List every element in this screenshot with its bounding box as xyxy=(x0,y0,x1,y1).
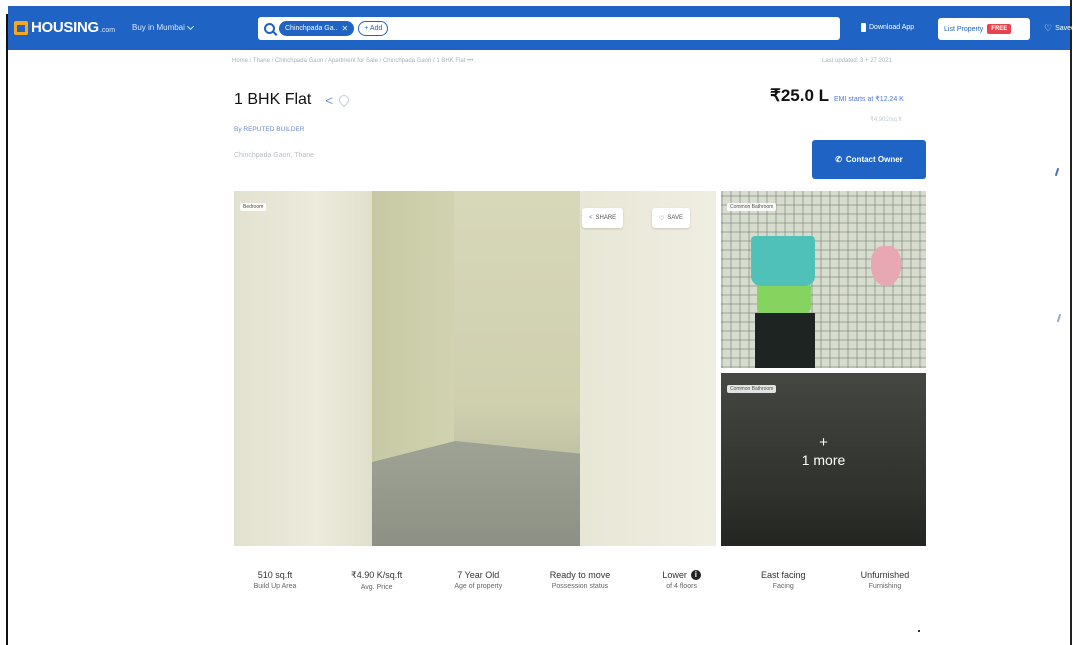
stat-value: Unfurnished xyxy=(860,570,910,580)
stat-value: Lower xyxy=(662,570,687,580)
heart-icon: ♡ xyxy=(1044,23,1053,33)
search-icon xyxy=(264,23,275,34)
brand-name: HOUSING xyxy=(31,19,99,36)
phone-icon: ✆ xyxy=(835,155,842,164)
saved-link[interactable]: ♡ Saved xyxy=(1044,23,1075,34)
housing-logo[interactable]: HOUSING .com xyxy=(14,19,115,36)
search-locality-chip[interactable]: Chinchpada Ga.. ✕ xyxy=(279,21,355,36)
page-title: 1 BHK Flat xyxy=(234,91,312,108)
stat-value-row: Lower i xyxy=(641,570,723,580)
breadcrumb[interactable]: Home / Thane / Chinchpada Gaon / Apartme… xyxy=(232,58,473,64)
photo-tag: Common Bathroom xyxy=(727,385,777,393)
stat-value: ₹4.90 K/sq.ft xyxy=(351,570,403,580)
price-block: ₹25.0 L EMI starts at ₹12.24 K xyxy=(770,86,904,106)
contact-owner-button[interactable]: ✆ Contact Owner xyxy=(812,140,926,179)
cloth xyxy=(871,246,901,286)
stat-label: Avg. Price xyxy=(360,584,393,591)
contact-owner-label: Contact Owner xyxy=(845,155,903,164)
stat-value: 7 Year Old xyxy=(457,570,500,580)
bucket-green xyxy=(757,286,811,316)
heart-icon[interactable] xyxy=(336,92,352,108)
last-updated: Last updated: 3 + 27 2021 xyxy=(822,58,892,64)
download-app-link[interactable]: Download App xyxy=(861,23,914,32)
add-locality-button[interactable]: + Add xyxy=(358,21,389,36)
chevron-down-icon xyxy=(186,22,194,30)
share-label: SHARE xyxy=(595,215,617,221)
city-label: Buy in Mumbai xyxy=(132,23,185,32)
page-border-right xyxy=(1070,0,1072,645)
save-label: SAVE xyxy=(667,215,683,221)
price: ₹25.0 L xyxy=(770,86,830,105)
stat-label: Build Up Area xyxy=(253,583,297,590)
stat-label: Furnishing xyxy=(868,583,902,590)
photo-wall-right xyxy=(580,191,716,546)
scroll-mark xyxy=(1054,167,1060,177)
more-photos-label[interactable]: + 1 more xyxy=(721,435,926,469)
list-property-button[interactable]: List Property FREE xyxy=(938,18,1030,40)
search-bar[interactable]: Chinchpada Ga.. ✕ + Add xyxy=(258,17,840,40)
thumbnail-more-photos[interactable]: Common Bathroom + 1 more xyxy=(721,373,926,546)
info-icon[interactable]: i xyxy=(690,570,701,580)
emi-link[interactable]: EMI starts at ₹12.24 K xyxy=(834,95,904,103)
price-per-sqft-note: ₹4,902/sq.ft xyxy=(870,117,902,123)
photo-floor xyxy=(372,441,580,546)
stat-value: 510 sq.ft xyxy=(257,570,293,580)
save-button[interactable]: ♡ SAVE xyxy=(652,208,690,228)
heart-icon: ♡ xyxy=(659,215,665,222)
stat-area: 510 sq.ft Build Up Area xyxy=(234,570,316,593)
thumbnail-photo[interactable]: Common Bathroom xyxy=(721,191,926,368)
scroll-mark xyxy=(1056,313,1062,323)
bucket xyxy=(751,236,815,286)
locality: Chinchpada Gaon, Thane xyxy=(234,152,315,159)
stat-value: East facing xyxy=(761,570,806,580)
stat-label: Possession status xyxy=(551,583,609,590)
top-navbar: HOUSING .com Buy in Mumbai Chinchpada Ga… xyxy=(8,6,1075,50)
close-icon[interactable]: ✕ xyxy=(342,24,349,33)
dot-mark xyxy=(918,630,920,632)
photo-wall-left xyxy=(234,191,372,546)
photo-tag: Bedroom xyxy=(240,203,267,211)
breadcrumb-text[interactable]: Home / Thane / Chinchpada Gaon / Apartme… xyxy=(232,58,465,64)
stat-value: Ready to move xyxy=(549,570,611,580)
stat-facing: East facing Facing xyxy=(742,570,824,593)
listing-title-row: 1 BHK Flat < xyxy=(234,91,352,109)
plus-icon: + xyxy=(819,434,828,451)
page-border-left xyxy=(6,14,8,645)
stat-furnishing: Unfurnished Furnishing xyxy=(844,570,926,593)
home-icon xyxy=(14,20,28,35)
phone-icon xyxy=(861,23,866,32)
stat-floor: Lower i of 4 floors xyxy=(641,570,723,593)
main-photo[interactable]: Bedroom < SHARE ♡ SAVE xyxy=(234,191,716,546)
stool xyxy=(755,313,815,368)
builder-name[interactable]: By REPUTED BUILDER xyxy=(234,126,304,133)
share-icon[interactable]: < xyxy=(325,93,333,108)
stat-label: of 4 floors xyxy=(666,583,697,590)
more-count: 1 more xyxy=(801,452,846,468)
property-stats: 510 sq.ft Build Up Area ₹4.90 K/sq.ft Av… xyxy=(234,570,926,593)
stat-avg-price: ₹4.90 K/sq.ft Avg. Price xyxy=(336,570,418,593)
share-icon: < xyxy=(589,215,593,221)
download-app-label: Download App xyxy=(869,24,915,31)
list-property-label: List Property xyxy=(944,25,984,33)
stat-label: Facing xyxy=(772,583,794,590)
brand-suffix: .com xyxy=(99,26,116,34)
stat-label: Age of property xyxy=(454,583,503,590)
saved-label: Saved xyxy=(1055,25,1075,32)
city-selector[interactable]: Buy in Mumbai xyxy=(132,22,194,32)
free-badge: FREE xyxy=(987,24,1012,34)
stat-age: 7 Year Old Age of property xyxy=(437,570,519,593)
share-button[interactable]: < SHARE xyxy=(582,208,624,228)
chip-label: Chinchpada Ga.. xyxy=(285,25,338,32)
breadcrumb-more[interactable]: ••• xyxy=(467,58,473,64)
photo-tag: Common Bathroom xyxy=(727,203,777,211)
stat-possession: Ready to move Possession status xyxy=(539,570,621,593)
